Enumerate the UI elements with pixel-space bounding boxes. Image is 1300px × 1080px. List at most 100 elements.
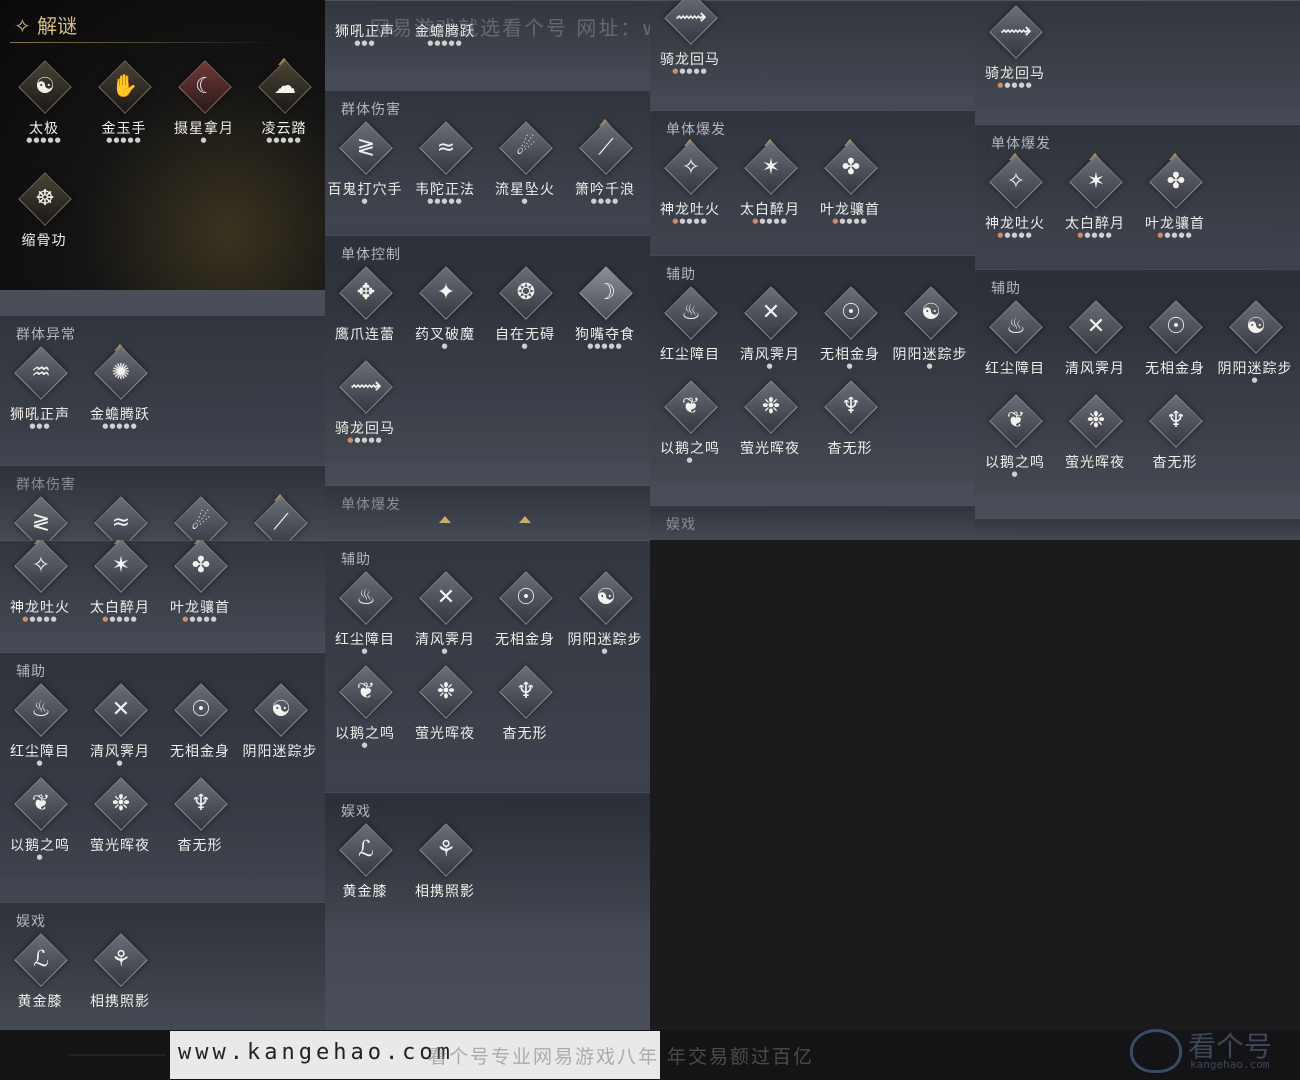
skill-taibai[interactable]: ✶ 太白醉月 ●●●●● [1055, 153, 1135, 245]
skill-yihe[interactable]: ❦ 以鹅之鸣 ● [325, 665, 405, 755]
skill-pips: ●●●●● [587, 342, 623, 350]
skill-qingfeng[interactable]: ✕ 清风霁月 ● [405, 571, 485, 661]
section-single-burst: 单体爆发 ✧ 神龙吐火 ●●●●● ✶ 太白醉月 ●●●●● ✤ 叶龙骧首 ●●… [650, 110, 975, 236]
ghost-strike-icon: ≷ [31, 510, 51, 535]
skill-label: 杳无形 [177, 838, 223, 854]
skill-label: 阴阳迷踪步 [567, 632, 643, 648]
dust-veil-icon: ♨ [31, 697, 51, 722]
skill-huangjin[interactable]: ℒ 黄金膝 [325, 823, 405, 913]
skill-yihe[interactable]: ❦ 以鹅之鸣 ● [650, 380, 730, 470]
skill-qingfeng[interactable]: ✕ 清风霁月 ● [80, 683, 160, 773]
skill-label: 萤光晖夜 [415, 726, 475, 742]
skill-pips: ● [36, 759, 44, 767]
goose-cry-icon: ❦ [31, 791, 51, 816]
martial-circle-icon: ☯ [35, 74, 55, 99]
dragon-head-icon: ✤ [1166, 169, 1186, 194]
skill-shenlong[interactable]: ✧ 神龙吐火 ●●●●● [0, 540, 80, 629]
skill-xiaoyin[interactable]: ⟋ [240, 494, 320, 540]
skill-label: 狗嘴夺食 [575, 327, 635, 343]
skill-yaocha[interactable]: ✦ 药叉破魔 ● [405, 266, 485, 356]
skill-label: 清风霁月 [740, 347, 800, 363]
skill-yingguang[interactable]: ❉ 萤光晖夜 [1055, 394, 1135, 484]
skill-liuxing[interactable]: ☄ 流星坠火 ● [485, 121, 565, 211]
section-title: 娱戏 [16, 914, 46, 930]
skill-yaowu[interactable]: ♆ 杳无形 [810, 380, 890, 470]
skill-yaowu[interactable]: ♆ 杳无形 [485, 665, 565, 755]
skill-xiangxie[interactable]: ⚘ 相携照影 [405, 823, 485, 913]
skill-wuxiang[interactable]: ☉ 无相金身 [160, 683, 240, 773]
skill-yihe[interactable]: ❦ 以鹅之鸣 ● [975, 394, 1055, 484]
skill-weituo[interactable]: ≈ [80, 496, 160, 540]
skill-hongchen[interactable]: ♨ 红尘障目 [650, 286, 730, 376]
skill-taibai[interactable] [485, 516, 565, 540]
section-entertainment [975, 518, 1300, 540]
section-title: 单体控制 [341, 247, 401, 263]
skill-hongchen[interactable]: ♨ 红尘障目 ● [325, 571, 405, 661]
skill-pips: ●●●● [590, 197, 620, 205]
skill-shenlong[interactable]: ✧ 神龙吐火 ●●●●● [650, 139, 730, 231]
skill-label: 金玉手 [101, 121, 147, 137]
skill-label: 韦陀正法 [415, 182, 475, 198]
skill-goushi[interactable]: ☽ 狗嘴夺食 ●●●●● [565, 266, 645, 356]
skill-pips: ● [1251, 376, 1259, 384]
skill-yingguang[interactable]: ❉ 萤光晖夜 [80, 777, 160, 867]
skill-wuxiang[interactable]: ☉ 无相金身 [485, 571, 565, 661]
skill-yingguang[interactable]: ❉ 萤光晖夜 [730, 380, 810, 470]
skill-pips: ●●●●● [182, 615, 218, 623]
skill-yaowu[interactable]: ♆ 杳无形 [1135, 394, 1215, 484]
skill-suogu[interactable]: ☸ 缩骨功 [4, 172, 84, 262]
skill-wuxiang[interactable]: ☉ 无相金身 ● [810, 286, 890, 376]
skill-yaowu[interactable]: ♆ 杳无形 [160, 777, 240, 867]
skill-hongchen[interactable]: ♨ 红尘障目 ● [0, 683, 80, 773]
skill-qilong[interactable]: ⟿ 骑龙回马 ●●●●● [975, 5, 1055, 95]
skill-label: 太白醉月 [1065, 216, 1125, 232]
skill-yelong[interactable]: ✤ 叶龙骧首 ●●●●● [160, 540, 240, 629]
skill-shexing[interactable]: ☾ 摄星拿月 ● [164, 60, 244, 150]
section-support: 辅助 ♨ 红尘障目 ✕ 清风霁月 ☉ 无相金身 ☯ 阴阳迷踪步 ● ❦ 以鹅之鸣 [975, 269, 1300, 495]
vanish-icon: ♆ [191, 791, 211, 816]
skill-taibai[interactable]: ✶ 太白醉月 ●●●●● [80, 540, 160, 629]
skill-lingyun[interactable]: ☁ 凌云踏 ●●●●● [244, 58, 324, 150]
skill-weituo[interactable]: ≈ 韦陀正法 ●●●●● [405, 121, 485, 211]
skill-shenlong[interactable] [405, 516, 485, 540]
eagle-claw-icon: ✥ [356, 280, 376, 305]
skill-hongchen[interactable]: ♨ 红尘障目 [975, 300, 1055, 390]
skill-qilong[interactable]: ⟿ 骑龙回马 ●●●●● [650, 0, 730, 81]
skill-yinyang[interactable]: ☯ 阴阳迷踪步 ● [1215, 300, 1295, 390]
skill-yingguang[interactable]: ❉ 萤光晖夜 [405, 665, 485, 755]
skill-pips: ●●● [29, 422, 51, 430]
skill-zizai[interactable]: ❂ 自在无碍 ● [485, 266, 565, 356]
skill-pips: ●●●●● [102, 615, 138, 623]
skill-wuxiang[interactable]: ☉ 无相金身 [1135, 300, 1215, 390]
skill-qingfeng[interactable]: ✕ 清风霁月 [1055, 300, 1135, 390]
skill-yinyang[interactable]: ☯ 阴阳迷踪步 ● [565, 571, 645, 661]
skill-liuxing[interactable]: ☄ [160, 496, 240, 540]
skill-yelong[interactable]: ✤ 叶龙骧首 ●●●●● [810, 139, 890, 231]
skill-xiaoyin[interactable]: ⟋ 箫吟千浪 ●●●● [565, 119, 645, 211]
skill-yihe[interactable]: ❦ 以鹅之鸣 ● [0, 777, 80, 867]
skill-taiji[interactable]: ☯ 太极 ●●●●● [4, 60, 84, 150]
skill-yinyang[interactable]: ☯ 阴阳迷踪步 ● [890, 286, 970, 376]
skill-yelong[interactable]: ✤ 叶龙骧首 ●●●●● [1135, 153, 1215, 245]
dragon-fire-icon: ✧ [681, 155, 701, 180]
skill-yinyang[interactable]: ☯ 阴阳迷踪步 [240, 683, 320, 773]
skill-label: 叶龙骧首 [1145, 216, 1205, 232]
skill-shenlong[interactable]: ✧ 神龙吐火 ●●●●● [975, 153, 1055, 245]
skill-qilong[interactable]: ⟿ 骑龙回马 ●●●●● [325, 360, 405, 450]
skill-label: 叶龙骧首 [170, 600, 230, 616]
column4-panel: ⟿ 骑龙回马 ●●●●● 单体爆发 ✧ 神龙吐火 ●●●●● ✶ 太白醉月 ●●… [975, 0, 1300, 540]
skill-jinchan[interactable]: ✺ 金蟾腾跃 ●●●●● [80, 344, 160, 436]
skill-pips: ● [601, 647, 609, 655]
skill-xiangxie[interactable]: ⚘ 相携照影 [80, 933, 160, 1023]
skill-jinyu[interactable]: ✋ 金玉手 ●●●●● [84, 60, 164, 150]
bone-shrink-icon: ☸ [35, 186, 55, 211]
skill-baigui[interactable]: ≷ [0, 496, 80, 540]
section-title: 单体爆发 [341, 497, 401, 513]
column2-bottom-panel: 辅助 ♨ 红尘障目 ● ✕ 清风霁月 ● ☉ 无相金身 ☯ 阴阳迷踪步 ● ❦ … [325, 540, 650, 1030]
skill-baigui[interactable]: ≷ 百鬼打穴手 ● [325, 121, 405, 211]
skill-taibai[interactable]: ✶ 太白醉月 ●●●●● [730, 139, 810, 231]
skill-shihou[interactable]: ♒ 狮吼正声 ●●● [0, 346, 80, 436]
skill-qingfeng[interactable]: ✕ 清风霁月 ● [730, 286, 810, 376]
skill-huangjin[interactable]: ℒ 黄金膝 [0, 933, 80, 1023]
skill-yingzhua[interactable]: ✥ 鹰爪连蕾 [325, 266, 405, 356]
